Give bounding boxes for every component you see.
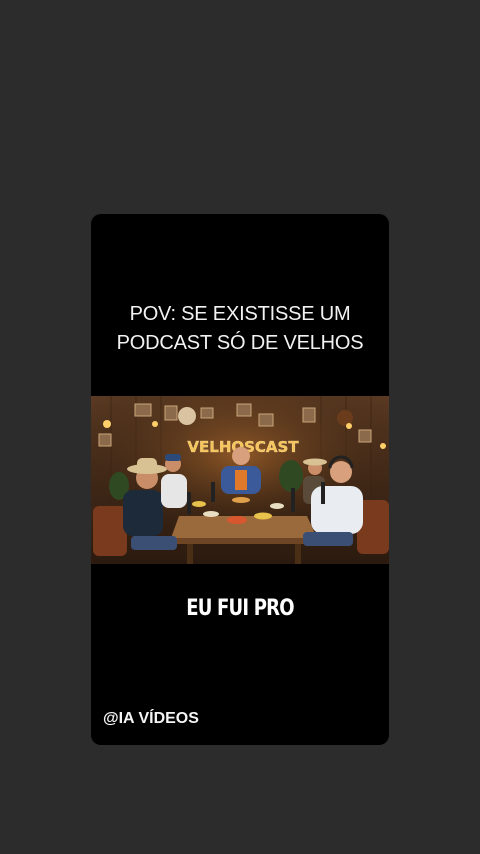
post-caption: POV: SE EXISTISSE UM PODCAST SÓ DE VELHO… — [91, 300, 389, 358]
caption-line-2: PODCAST SÓ DE VELHOS — [116, 332, 364, 354]
video-subtitle: EU FUI PRO — [186, 596, 294, 621]
podcast-scene-image: VELHOSCAST — [91, 396, 389, 564]
story-card[interactable]: POV: SE EXISTISSE UM PODCAST SÓ DE VELHO… — [91, 214, 389, 745]
video-frame[interactable]: VELHOSCAST — [91, 396, 389, 564]
caption-line-1: POV: SE EXISTISSE UM — [129, 303, 351, 325]
creator-watermark: @IA VÍDEOS — [103, 710, 199, 727]
